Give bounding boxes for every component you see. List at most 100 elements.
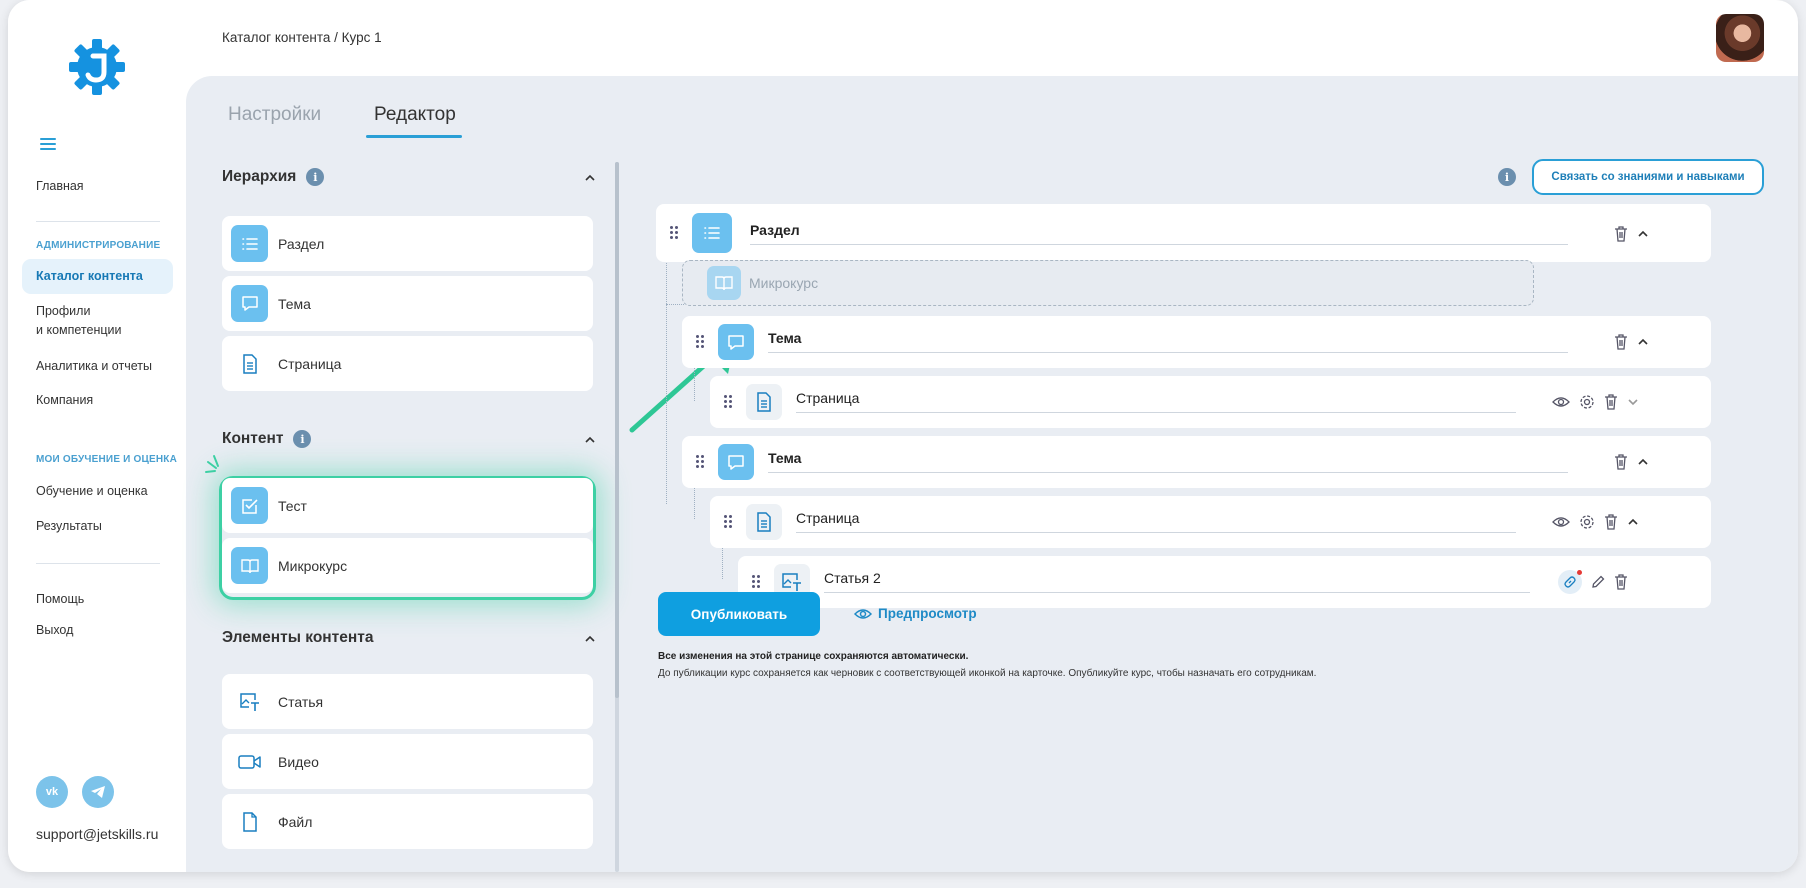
app-window: Главная АДМИНИСТРИРОВАНИЕ Каталог контен… (8, 0, 1798, 872)
publish-button[interactable]: Опубликовать (658, 592, 820, 636)
library-item-label: Видео (278, 753, 319, 770)
video-camera-icon (231, 743, 268, 780)
tree-connector (666, 304, 684, 305)
elements-title: Элементы контента (222, 629, 373, 647)
drag-handle-icon[interactable] (752, 575, 760, 589)
drag-handle-icon[interactable] (696, 335, 704, 349)
library-item-test[interactable]: Тест (222, 478, 593, 533)
nav-learning[interactable]: Обучение и оценка (36, 482, 148, 501)
vk-icon[interactable]: vk (36, 776, 68, 808)
jetskills-logo[interactable] (68, 38, 126, 96)
scrollbar-thumb[interactable] (615, 162, 619, 698)
library-item-label: Страница (278, 355, 342, 372)
nav-profiles-line1: Профили (36, 304, 91, 318)
tree-node-page[interactable]: Страница (710, 496, 1711, 548)
library-item-page[interactable]: Страница (222, 336, 593, 391)
tree-node-article[interactable]: Статья 2 (738, 556, 1711, 608)
node-title[interactable]: Страница (796, 510, 1516, 533)
library-item-file[interactable]: Файл (222, 794, 593, 849)
library-item-topic[interactable]: Тема (222, 276, 593, 331)
nav-results[interactable]: Результаты (36, 517, 102, 536)
library-item-label: Микрокурс (278, 557, 348, 574)
nav-heading-learning: МОИ ОБУЧЕНИЕ И ОЦЕНКА (36, 454, 178, 465)
trash-icon[interactable] (1604, 394, 1618, 410)
pencil-icon[interactable] (1591, 575, 1605, 589)
tree-node-page[interactable]: Страница (710, 376, 1711, 428)
drag-handle-icon[interactable] (670, 226, 678, 240)
nav-home[interactable]: Главная (36, 177, 84, 196)
nav-help[interactable]: Помощь (36, 590, 84, 609)
hierarchy-title: Иерархия i (222, 168, 325, 186)
chat-icon (718, 444, 754, 480)
notification-dot (1577, 570, 1582, 575)
node-actions (1614, 226, 1649, 242)
tab-editor[interactable]: Редактор (374, 104, 456, 126)
chevron-up-icon[interactable] (1637, 228, 1649, 240)
menu-icon[interactable] (40, 138, 56, 152)
info-icon[interactable]: i (293, 430, 312, 448)
chevron-down-icon[interactable] (1627, 396, 1639, 408)
chevron-up-icon[interactable] (1627, 516, 1639, 528)
drop-placeholder: Микрокурс (682, 260, 1534, 306)
trash-icon[interactable] (1604, 514, 1618, 530)
library-item-article[interactable]: Статья (222, 674, 593, 729)
eye-icon[interactable] (1552, 395, 1570, 409)
node-title[interactable]: Тема (768, 330, 1568, 353)
node-title[interactable]: Статья 2 (824, 570, 1530, 593)
book-icon (231, 547, 268, 584)
nav-logout[interactable]: Выход (36, 621, 73, 640)
support-email[interactable]: support@jetskills.ru (36, 826, 158, 842)
document-icon (746, 384, 782, 420)
tree-node-topic[interactable]: Тема (682, 436, 1711, 488)
gear-icon[interactable] (1579, 394, 1595, 410)
checkbox-icon (231, 487, 268, 524)
node-title[interactable]: Раздел (750, 222, 1568, 245)
link-icon[interactable] (1558, 570, 1582, 594)
preview-link[interactable]: Предпросмотр (854, 606, 977, 621)
chevron-up-icon[interactable] (584, 172, 596, 184)
node-actions (1552, 514, 1639, 530)
node-title[interactable]: Страница (796, 390, 1516, 413)
library-item-microcourse[interactable]: Микрокурс (222, 538, 593, 593)
tree-node-topic[interactable]: Тема (682, 316, 1711, 368)
chevron-up-icon[interactable] (1637, 456, 1649, 468)
nav-analytics[interactable]: Аналитика и отчеты (36, 357, 152, 376)
info-icon[interactable]: i (306, 168, 325, 186)
book-icon (707, 266, 741, 300)
tree-node-section[interactable]: Раздел (656, 204, 1711, 262)
library-item-video[interactable]: Видео (222, 734, 593, 789)
draft-note: До публикации курс сохраняется как черно… (658, 668, 1317, 679)
list-icon (231, 225, 268, 262)
hierarchy-title-text: Иерархия (222, 168, 297, 185)
drag-handle-icon[interactable] (696, 455, 704, 469)
nav-catalog[interactable]: Каталог контента (36, 267, 143, 286)
library-item-label: Файл (278, 813, 313, 830)
link-knowledge-button[interactable]: Связать со знаниями и навыками (1532, 159, 1764, 195)
sparkle-lines-icon (205, 455, 219, 473)
tab-settings[interactable]: Настройки (228, 104, 321, 126)
trash-icon[interactable] (1614, 226, 1628, 242)
drag-handle-icon[interactable] (724, 515, 732, 529)
node-title[interactable]: Тема (768, 450, 1568, 473)
gear-icon[interactable] (1579, 514, 1595, 530)
trash-icon[interactable] (1614, 574, 1628, 590)
content-title: Контент i (222, 430, 312, 448)
chevron-up-icon[interactable] (584, 633, 596, 645)
trash-icon[interactable] (1614, 334, 1628, 350)
file-icon (231, 803, 268, 840)
nav-profiles[interactable]: Профили и компетенции (36, 302, 121, 340)
chevron-up-icon[interactable] (1637, 336, 1649, 348)
trash-icon[interactable] (1614, 454, 1628, 470)
drag-handle-icon[interactable] (724, 395, 732, 409)
breadcrumb[interactable]: Каталог контента / Курс 1 (222, 30, 382, 45)
chevron-up-icon[interactable] (584, 434, 596, 446)
avatar[interactable] (1716, 14, 1764, 62)
elements-title-text: Элементы контента (222, 629, 374, 646)
eye-icon[interactable] (1552, 515, 1570, 529)
chat-icon (231, 285, 268, 322)
library-item-section[interactable]: Раздел (222, 216, 593, 271)
telegram-icon[interactable] (82, 776, 114, 808)
info-icon[interactable]: i (1498, 168, 1516, 186)
nav-company[interactable]: Компания (36, 391, 93, 410)
document-icon (231, 345, 268, 382)
